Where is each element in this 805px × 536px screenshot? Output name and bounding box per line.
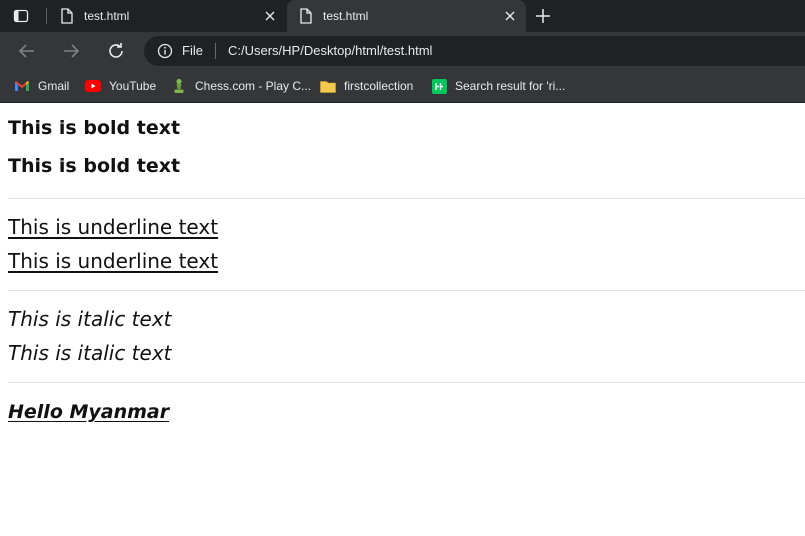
horizontal-rule bbox=[8, 198, 805, 199]
address-url[interactable]: C:/Users/HP/Desktop/html/test.html bbox=[228, 43, 432, 58]
new-tab-icon[interactable] bbox=[534, 7, 552, 25]
horizontal-rule bbox=[8, 382, 805, 383]
reload-icon[interactable] bbox=[106, 41, 126, 61]
tab-strip: test.html test.html bbox=[0, 0, 805, 32]
search-result-icon bbox=[431, 78, 447, 94]
chess-icon bbox=[171, 78, 187, 94]
bold-text-1: This is bold text bbox=[8, 117, 181, 139]
italic-text-2: This is italic text bbox=[8, 341, 172, 365]
tab-actions-button[interactable] bbox=[6, 4, 36, 28]
bookmark-folder-firstcollection[interactable]: firstcollection bbox=[320, 76, 413, 96]
close-tab-icon[interactable] bbox=[264, 10, 276, 22]
bookmark-label: YouTube bbox=[109, 79, 157, 93]
bookmark-label: Gmail bbox=[38, 79, 70, 93]
tab-separator bbox=[46, 8, 47, 24]
close-tab-icon[interactable] bbox=[504, 10, 516, 22]
bookmark-youtube[interactable]: YouTube bbox=[85, 76, 156, 96]
document-icon bbox=[61, 8, 73, 24]
tab-actions-icon bbox=[13, 9, 29, 23]
bold-italic-underline-text: Hello Myanmar bbox=[8, 401, 170, 423]
folder-icon bbox=[320, 78, 336, 94]
youtube-icon bbox=[85, 78, 101, 94]
italic-text-1: This is italic text bbox=[8, 307, 172, 331]
bookmark-gmail[interactable]: Gmail bbox=[14, 76, 69, 96]
bookmarks-bar: Gmail YouTube Chess.com - Play C... firs… bbox=[0, 70, 805, 103]
bookmark-search-result[interactable]: Search result for 'ri... bbox=[431, 76, 565, 96]
address-separator bbox=[215, 43, 216, 59]
tab-title: test.html bbox=[323, 9, 369, 23]
bookmark-label: firstcollection bbox=[344, 79, 414, 93]
bold-text-2: This is bold text bbox=[8, 155, 181, 177]
page-content: This is bold text This is bold text This… bbox=[0, 103, 805, 536]
bookmark-label: Search result for 'ri... bbox=[455, 79, 566, 93]
tab-test-html-1[interactable]: test.html bbox=[48, 0, 286, 32]
site-info-icon[interactable] bbox=[157, 43, 173, 59]
underline-text-2: This is underline text bbox=[8, 249, 219, 273]
address-scheme-label: File bbox=[182, 43, 203, 58]
underline-text-1: This is underline text bbox=[8, 215, 219, 239]
bookmark-chess[interactable]: Chess.com - Play C... bbox=[171, 76, 311, 96]
tab-test-html-2[interactable]: test.html bbox=[287, 0, 526, 32]
forward-arrow-icon[interactable] bbox=[61, 41, 81, 61]
address-bar[interactable]: File C:/Users/HP/Desktop/html/test.html bbox=[144, 36, 805, 66]
gmail-icon bbox=[14, 78, 30, 94]
tab-title: test.html bbox=[84, 9, 130, 23]
browser-toolbar: File C:/Users/HP/Desktop/html/test.html bbox=[0, 32, 805, 70]
document-icon bbox=[300, 8, 312, 24]
bookmark-label: Chess.com - Play C... bbox=[195, 79, 312, 93]
horizontal-rule bbox=[8, 290, 805, 291]
back-arrow-icon[interactable] bbox=[17, 41, 37, 61]
